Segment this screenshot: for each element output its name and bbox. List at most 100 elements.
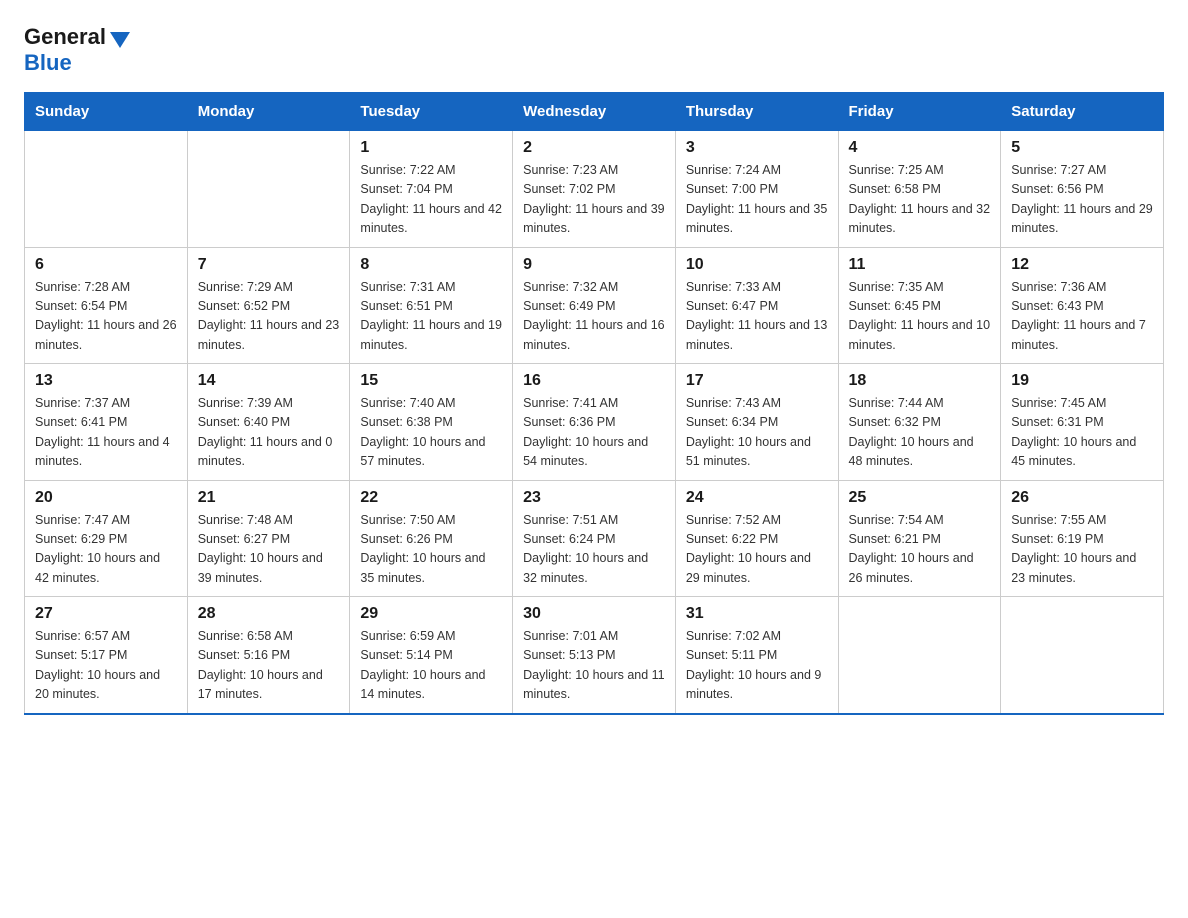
calendar-day: 6Sunrise: 7:28 AMSunset: 6:54 PMDaylight… <box>25 247 188 364</box>
calendar-day: 4 Sunrise: 7:25 AMSunset: 6:58 PMDaylight… <box>838 131 1001 248</box>
day-number: 31 <box>686 605 828 623</box>
day-number: 2 <box>523 139 665 157</box>
day-number: 12 <box>1011 256 1153 274</box>
calendar-day <box>1001 597 1164 714</box>
day-info: Sunrise: 7:29 AMSunset: 6:52 PMDaylight:… <box>198 278 340 356</box>
header-sunday: Sunday <box>25 93 188 131</box>
day-number: 22 <box>360 489 502 507</box>
day-number: 29 <box>360 605 502 623</box>
calendar-day: 10 Sunrise: 7:33 AMSunset: 6:47 PMDayligh… <box>675 247 838 364</box>
day-info: Sunrise: 7:25 AMSunset: 6:58 PMDaylight:… <box>849 161 991 239</box>
day-info: Sunrise: 7:35 AMSunset: 6:45 PMDaylight:… <box>849 278 991 356</box>
day-number: 14 <box>198 372 340 390</box>
calendar-day: 9Sunrise: 7:32 AMSunset: 6:49 PMDaylight… <box>513 247 676 364</box>
day-number: 24 <box>686 489 828 507</box>
logo-triangle-icon <box>110 32 130 48</box>
header-monday: Monday <box>187 93 350 131</box>
day-number: 23 <box>523 489 665 507</box>
day-number: 26 <box>1011 489 1153 507</box>
header-tuesday: Tuesday <box>350 93 513 131</box>
calendar-day: 5Sunrise: 7:27 AMSunset: 6:56 PMDaylight… <box>1001 131 1164 248</box>
day-number: 25 <box>849 489 991 507</box>
day-info: Sunrise: 6:58 AMSunset: 5:16 PMDaylight:… <box>198 627 340 705</box>
header-saturday: Saturday <box>1001 93 1164 131</box>
day-number: 9 <box>523 256 665 274</box>
calendar-day: 15Sunrise: 7:40 AMSunset: 6:38 PMDayligh… <box>350 364 513 481</box>
day-number: 10 <box>686 256 828 274</box>
day-info: Sunrise: 7:48 AMSunset: 6:27 PMDaylight:… <box>198 511 340 589</box>
calendar-header-row: SundayMondayTuesdayWednesdayThursdayFrid… <box>25 93 1164 131</box>
day-info: Sunrise: 7:55 AMSunset: 6:19 PMDaylight:… <box>1011 511 1153 589</box>
day-number: 1 <box>360 139 502 157</box>
calendar-day: 17Sunrise: 7:43 AMSunset: 6:34 PMDayligh… <box>675 364 838 481</box>
calendar-day: 13Sunrise: 7:37 AMSunset: 6:41 PMDayligh… <box>25 364 188 481</box>
calendar-day: 25 Sunrise: 7:54 AMSunset: 6:21 PMDayligh… <box>838 480 1001 597</box>
day-number: 18 <box>849 372 991 390</box>
logo-blue-text: Blue <box>24 50 72 75</box>
calendar-day: 29 Sunrise: 6:59 AMSunset: 5:14 PMDayligh… <box>350 597 513 714</box>
day-info: Sunrise: 7:50 AMSunset: 6:26 PMDaylight:… <box>360 511 502 589</box>
logo-wrapper: General Blue <box>24 24 130 76</box>
day-info: Sunrise: 7:45 AMSunset: 6:31 PMDaylight:… <box>1011 394 1153 472</box>
day-info: Sunrise: 7:54 AMSunset: 6:21 PMDaylight:… <box>849 511 991 589</box>
day-number: 7 <box>198 256 340 274</box>
calendar-week-4: 20Sunrise: 7:47 AMSunset: 6:29 PMDayligh… <box>25 480 1164 597</box>
day-number: 16 <box>523 372 665 390</box>
day-info: Sunrise: 7:23 AMSunset: 7:02 PMDaylight:… <box>523 161 665 239</box>
logo-general-text: General <box>24 24 106 50</box>
day-info: Sunrise: 7:39 AMSunset: 6:40 PMDaylight:… <box>198 394 340 472</box>
day-info: Sunrise: 7:44 AMSunset: 6:32 PMDaylight:… <box>849 394 991 472</box>
calendar-day: 28 Sunrise: 6:58 AMSunset: 5:16 PMDayligh… <box>187 597 350 714</box>
calendar-day: 23Sunrise: 7:51 AMSunset: 6:24 PMDayligh… <box>513 480 676 597</box>
day-info: Sunrise: 7:02 AMSunset: 5:11 PMDaylight:… <box>686 627 828 705</box>
day-info: Sunrise: 6:57 AMSunset: 5:17 PMDaylight:… <box>35 627 177 705</box>
day-info: Sunrise: 7:52 AMSunset: 6:22 PMDaylight:… <box>686 511 828 589</box>
calendar-day: 26 Sunrise: 7:55 AMSunset: 6:19 PMDayligh… <box>1001 480 1164 597</box>
day-number: 21 <box>198 489 340 507</box>
day-info: Sunrise: 7:01 AMSunset: 5:13 PMDaylight:… <box>523 627 665 705</box>
day-number: 4 <box>849 139 991 157</box>
day-number: 30 <box>523 605 665 623</box>
calendar-day: 24 Sunrise: 7:52 AMSunset: 6:22 PMDayligh… <box>675 480 838 597</box>
day-number: 27 <box>35 605 177 623</box>
calendar-day: 12 Sunrise: 7:36 AMSunset: 6:43 PMDayligh… <box>1001 247 1164 364</box>
calendar-week-3: 13Sunrise: 7:37 AMSunset: 6:41 PMDayligh… <box>25 364 1164 481</box>
calendar-table: SundayMondayTuesdayWednesdayThursdayFrid… <box>24 92 1164 715</box>
calendar-day: 11 Sunrise: 7:35 AMSunset: 6:45 PMDayligh… <box>838 247 1001 364</box>
day-number: 3 <box>686 139 828 157</box>
day-info: Sunrise: 7:31 AMSunset: 6:51 PMDaylight:… <box>360 278 502 356</box>
day-info: Sunrise: 7:28 AMSunset: 6:54 PMDaylight:… <box>35 278 177 356</box>
day-info: Sunrise: 7:43 AMSunset: 6:34 PMDaylight:… <box>686 394 828 472</box>
calendar-day: 8 Sunrise: 7:31 AMSunset: 6:51 PMDaylight… <box>350 247 513 364</box>
day-info: Sunrise: 7:37 AMSunset: 6:41 PMDaylight:… <box>35 394 177 472</box>
calendar-day: 30 Sunrise: 7:01 AMSunset: 5:13 PMDayligh… <box>513 597 676 714</box>
logo: General Blue <box>24 24 130 76</box>
calendar-day: 27 Sunrise: 6:57 AMSunset: 5:17 PMDayligh… <box>25 597 188 714</box>
day-number: 20 <box>35 489 177 507</box>
calendar-day: 7 Sunrise: 7:29 AMSunset: 6:52 PMDaylight… <box>187 247 350 364</box>
calendar-day: 2 Sunrise: 7:23 AMSunset: 7:02 PMDaylight… <box>513 131 676 248</box>
calendar-day <box>838 597 1001 714</box>
calendar-day: 19Sunrise: 7:45 AMSunset: 6:31 PMDayligh… <box>1001 364 1164 481</box>
page-header: General Blue <box>24 24 1164 76</box>
day-info: Sunrise: 6:59 AMSunset: 5:14 PMDaylight:… <box>360 627 502 705</box>
calendar-day: 21 Sunrise: 7:48 AMSunset: 6:27 PMDayligh… <box>187 480 350 597</box>
day-number: 15 <box>360 372 502 390</box>
calendar-day: 1 Sunrise: 7:22 AMSunset: 7:04 PMDaylight… <box>350 131 513 248</box>
day-number: 28 <box>198 605 340 623</box>
day-number: 11 <box>849 256 991 274</box>
day-info: Sunrise: 7:41 AMSunset: 6:36 PMDaylight:… <box>523 394 665 472</box>
calendar-day: 22 Sunrise: 7:50 AMSunset: 6:26 PMDayligh… <box>350 480 513 597</box>
calendar-week-5: 27 Sunrise: 6:57 AMSunset: 5:17 PMDayligh… <box>25 597 1164 714</box>
day-info: Sunrise: 7:36 AMSunset: 6:43 PMDaylight:… <box>1011 278 1153 356</box>
calendar-day <box>25 131 188 248</box>
calendar-day: 14 Sunrise: 7:39 AMSunset: 6:40 PMDayligh… <box>187 364 350 481</box>
day-number: 8 <box>360 256 502 274</box>
day-info: Sunrise: 7:33 AMSunset: 6:47 PMDaylight:… <box>686 278 828 356</box>
calendar-week-1: 1 Sunrise: 7:22 AMSunset: 7:04 PMDaylight… <box>25 131 1164 248</box>
day-info: Sunrise: 7:22 AMSunset: 7:04 PMDaylight:… <box>360 161 502 239</box>
header-wednesday: Wednesday <box>513 93 676 131</box>
header-thursday: Thursday <box>675 93 838 131</box>
calendar-day: 16 Sunrise: 7:41 AMSunset: 6:36 PMDayligh… <box>513 364 676 481</box>
calendar-week-2: 6Sunrise: 7:28 AMSunset: 6:54 PMDaylight… <box>25 247 1164 364</box>
